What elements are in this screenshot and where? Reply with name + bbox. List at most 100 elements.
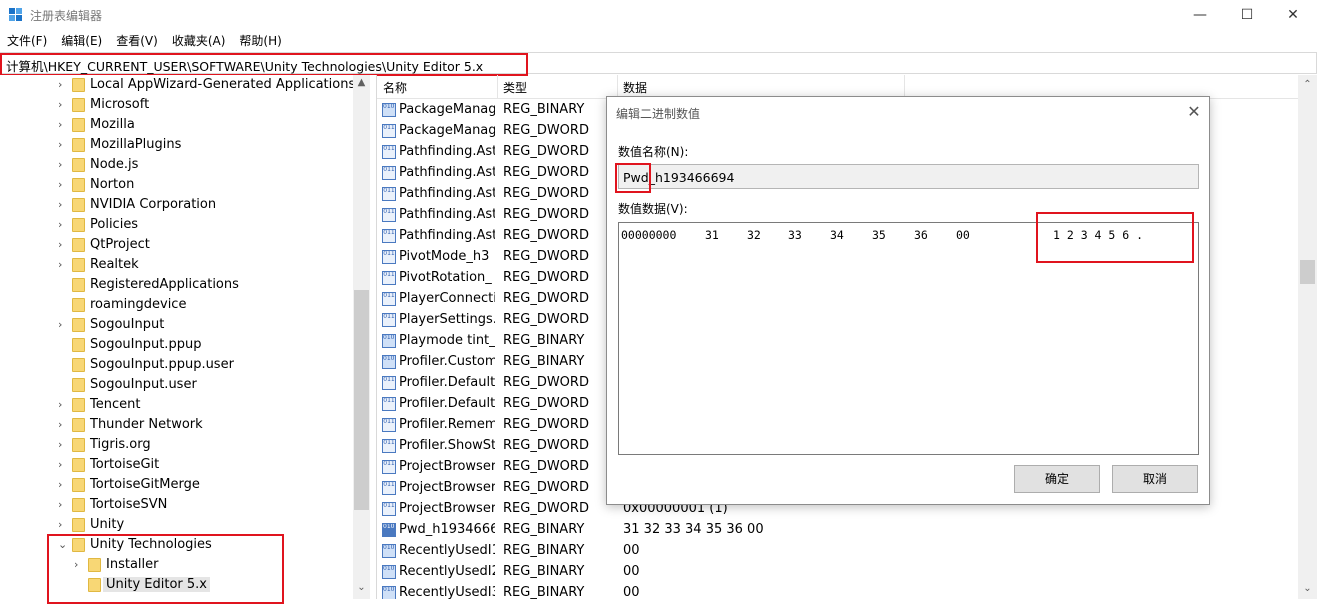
folder-icon	[72, 338, 85, 352]
tree-item[interactable]: › Thunder Network	[0, 415, 352, 435]
value-row[interactable]: 0101RecentlyUsedI1 REG_BINARY 00	[377, 541, 1298, 562]
tree-item[interactable]: › SogouInput	[0, 315, 352, 335]
chevron-right-icon[interactable]: ›	[58, 518, 68, 531]
chevron-right-icon[interactable]: ›	[58, 398, 68, 411]
tree-item[interactable]: › Policies	[0, 215, 352, 235]
scroll-down-icon[interactable]: ⌄	[1299, 581, 1316, 597]
tree-item-label: Realtek	[90, 257, 139, 272]
tree-item[interactable]: › TortoiseGitMerge	[0, 475, 352, 495]
minimize-button[interactable]: —	[1177, 0, 1223, 30]
tree-scrollbar[interactable]: ▲ ⌄	[353, 75, 370, 599]
hex-byte[interactable]: 36	[914, 228, 928, 242]
chevron-right-icon[interactable]: ›	[58, 258, 68, 271]
tree-item[interactable]: › QtProject	[0, 235, 352, 255]
value-row[interactable]: 0101RecentlyUsedI3 REG_BINARY 00	[377, 583, 1298, 599]
chevron-right-icon[interactable]: ›	[58, 158, 68, 171]
folder-icon	[72, 98, 85, 112]
tree-item[interactable]: Unity Editor 5.x	[0, 575, 352, 595]
hex-byte[interactable]: 32	[747, 228, 761, 242]
tree-item[interactable]: › TortoiseGit	[0, 455, 352, 475]
hex-byte[interactable]: 33	[788, 228, 802, 242]
menu-view[interactable]: 查看(V)	[109, 31, 165, 51]
tree-item[interactable]: SogouInput.user	[0, 375, 352, 395]
value-row[interactable]: 0101RecentlyUsedI2 REG_BINARY 00	[377, 562, 1298, 583]
hex-byte[interactable]: 00	[956, 228, 970, 242]
tree-item[interactable]: SogouInput.ppup.user	[0, 355, 352, 375]
chevron-right-icon[interactable]: ›	[58, 318, 68, 331]
tree-item[interactable]: › Installer	[0, 555, 352, 575]
tree-item-label: SogouInput	[90, 317, 165, 332]
chevron-right-icon[interactable]: ›	[58, 78, 68, 91]
cancel-button[interactable]: 取消	[1112, 465, 1198, 493]
tree-item[interactable]: › Tencent	[0, 395, 352, 415]
menu-help[interactable]: 帮助(H)	[232, 31, 288, 51]
menu-bar: 文件(F) 编辑(E) 查看(V) 收藏夹(A) 帮助(H)	[0, 31, 289, 51]
ok-button[interactable]: 确定	[1014, 465, 1100, 493]
hex-byte[interactable]: 35	[872, 228, 886, 242]
tree-item[interactable]: › Unity	[0, 515, 352, 535]
column-type[interactable]: 类型	[503, 79, 527, 96]
maximize-button[interactable]: ☐	[1224, 0, 1270, 30]
tree-item[interactable]: › Mozilla	[0, 115, 352, 135]
value-name: Pathfinding.AstarPath1	[399, 144, 495, 159]
dialog-close-button[interactable]: ✕	[1184, 102, 1204, 122]
chevron-right-icon[interactable]: ›	[58, 218, 68, 231]
hex-ascii: 1 2 3 4 5 6 .	[1053, 228, 1144, 242]
tree-item[interactable]: ⌄ Unity Technologies	[0, 535, 352, 555]
value-data-hex-editor[interactable]: 00000000 31 32 33 34 35 36 00 1 2 3 4 5 …	[618, 222, 1199, 455]
chevron-right-icon[interactable]: ›	[58, 498, 68, 511]
tree-scroll-thumb[interactable]	[354, 290, 369, 510]
list-scrollbar[interactable]: ⌃ ⌄	[1298, 75, 1317, 599]
folder-icon	[72, 438, 85, 452]
chevron-right-icon[interactable]: ›	[58, 198, 68, 211]
menu-edit[interactable]: 编辑(E)	[54, 31, 109, 51]
tree-item[interactable]: › Node.js	[0, 155, 352, 175]
chevron-right-icon[interactable]: ›	[58, 458, 68, 471]
tree-item[interactable]: › Tigris.org	[0, 435, 352, 455]
column-data[interactable]: 数据	[623, 79, 647, 96]
tree-item[interactable]: › Norton	[0, 175, 352, 195]
scroll-down-icon[interactable]: ⌄	[353, 580, 370, 596]
chevron-right-icon[interactable]: ›	[58, 478, 68, 491]
tree-item[interactable]: › Local AppWizard-Generated Applications	[0, 75, 355, 95]
hex-address: 00000000	[621, 228, 677, 242]
dword-value-icon: 011	[382, 145, 396, 159]
value-name: Playmode tint_	[399, 333, 495, 348]
column-divider[interactable]	[497, 75, 498, 99]
chevron-right-icon[interactable]: ›	[58, 98, 68, 111]
scroll-up-icon[interactable]: ⌃	[1299, 77, 1316, 93]
dword-value-icon: 011	[382, 418, 396, 432]
folder-icon	[88, 578, 101, 592]
tree-item[interactable]: › Realtek	[0, 255, 352, 275]
chevron-right-icon[interactable]: ›	[58, 438, 68, 451]
hex-byte[interactable]: 34	[830, 228, 844, 242]
menu-file[interactable]: 文件(F)	[0, 31, 54, 51]
list-scroll-thumb[interactable]	[1300, 260, 1315, 284]
value-row[interactable]: 0101Pwd_h193466694 REG_BINARY 31 32 33 34 …	[377, 520, 1298, 541]
chevron-right-icon[interactable]: ›	[58, 418, 68, 431]
tree-item[interactable]: SogouInput.ppup	[0, 335, 352, 355]
chevron-right-icon[interactable]: ›	[58, 138, 68, 151]
scroll-up-icon[interactable]: ▲	[353, 75, 370, 91]
tree-item[interactable]: › Microsoft	[0, 95, 352, 115]
tree-item[interactable]: › MozillaPlugins	[0, 135, 352, 155]
tree-item[interactable]: › NVIDIA Corporation	[0, 195, 352, 215]
chevron-right-icon[interactable]: ›	[58, 178, 68, 191]
value-name: Profiler.Default1	[399, 375, 495, 390]
close-button[interactable]: ✕	[1270, 0, 1316, 30]
tree-item[interactable]: RegisteredApplications	[0, 275, 352, 295]
chevron-right-icon[interactable]: ›	[58, 238, 68, 251]
value-data: 00	[623, 543, 640, 558]
chevron-right-icon[interactable]: ›	[74, 558, 84, 571]
tree-item[interactable]: roamingdevice	[0, 295, 352, 315]
column-name[interactable]: 名称	[383, 79, 407, 96]
tree-item[interactable]: › TortoiseSVN	[0, 495, 352, 515]
value-type: REG_DWORD	[503, 501, 589, 516]
tree-item-label: Mozilla	[90, 117, 135, 132]
hex-byte[interactable]: 31	[705, 228, 719, 242]
dialog-title: 编辑二进制数值	[616, 107, 701, 121]
address-bar[interactable]: 计算机\HKEY_CURRENT_USER\SOFTWARE\Unity Tec…	[0, 52, 1317, 74]
chevron-right-icon[interactable]: ›	[58, 118, 68, 131]
menu-favorites[interactable]: 收藏夹(A)	[165, 31, 233, 51]
chevron-down-icon[interactable]: ⌄	[58, 538, 68, 551]
